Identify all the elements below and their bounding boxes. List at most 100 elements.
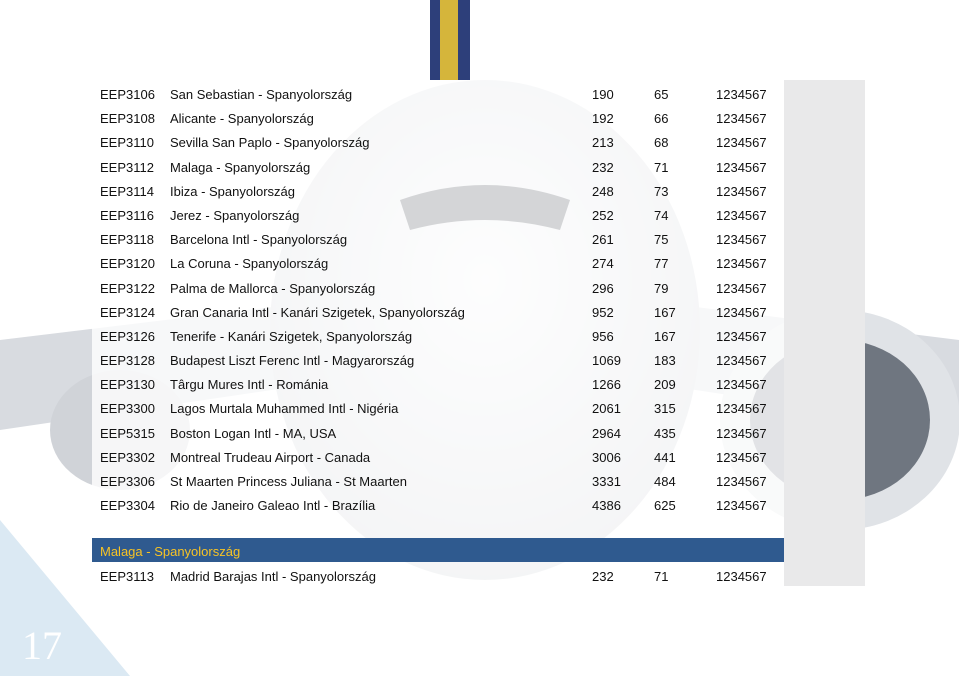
destination: Alicante - Spanyolország <box>170 111 314 127</box>
duration: 79 <box>654 280 669 296</box>
operating-days: 1234567 <box>716 498 767 514</box>
table-side-column <box>784 80 865 586</box>
page-corner-decoration <box>0 520 130 676</box>
duration: 75 <box>654 232 669 248</box>
operating-days: 1234567 <box>716 111 767 127</box>
table-row: EEP3122 Palma de Mallorca - Spanyolország… <box>92 276 784 300</box>
distance: 248 <box>592 183 614 199</box>
table-row: EEP3302 Montreal Trudeau Airport - Canada… <box>92 445 784 469</box>
operating-days: 1234567 <box>716 183 767 199</box>
table-row: EEP5315 Boston Logan Intl - MA, USA 2964 43… <box>92 421 784 445</box>
destination: Montreal Trudeau Airport - Canada <box>170 449 371 465</box>
flight-code: EEP3302 <box>100 449 155 465</box>
duration: 315 <box>654 401 676 417</box>
operating-days: 1234567 <box>716 232 767 248</box>
flight-code: EEP3124 <box>100 304 155 320</box>
duration: 77 <box>654 256 669 272</box>
duration: 68 <box>654 135 669 151</box>
table-row: EEP3118 Barcelona Intl - Spanyolország 261… <box>92 227 784 251</box>
flight-code: EEP3108 <box>100 111 155 127</box>
flight-code: EEP3106 <box>100 87 155 102</box>
destination: Budapest Liszt Ferenc Intl - Magyarorszá… <box>170 353 415 369</box>
duration: 441 <box>654 449 676 465</box>
table-row: EEP3114 Ibiza - Spanyolország 248 73 1234567 <box>92 179 784 203</box>
flight-code: EEP3130 <box>100 377 155 393</box>
table-row: EEP3113 Madrid Barajas Intl - Spanyolors… <box>92 564 784 588</box>
flight-code: EEP3122 <box>100 280 155 296</box>
operating-days: 1234567 <box>716 569 767 584</box>
destination: Tenerife - Kanári Szigetek, Spanyolorszá… <box>170 328 413 344</box>
distance: 190 <box>592 87 614 102</box>
distance: 956 <box>592 328 614 344</box>
destination: Boston Logan Intl - MA, USA <box>170 425 337 441</box>
flight-code: EEP3112 <box>100 159 154 175</box>
destination: Ibiza - Spanyolország <box>170 183 296 199</box>
flight-code: EEP3114 <box>100 183 154 199</box>
operating-days: 1234567 <box>716 474 767 489</box>
distance: 261 <box>592 232 614 248</box>
operating-days: 1234567 <box>716 135 767 151</box>
distance: 3331 <box>592 474 621 489</box>
section-header-bar: Malaga - Spanyolország <box>92 538 784 562</box>
destination: Madrid Barajas Intl - Spanyolország <box>170 569 376 584</box>
distance: 232 <box>592 569 614 584</box>
duration: 66 <box>654 111 669 127</box>
table-row: EEP3116 Jerez - Spanyolország 252 74 1234567 <box>92 203 784 227</box>
distance: 1069 <box>592 353 621 369</box>
duration: 73 <box>654 183 669 199</box>
operating-days: 1234567 <box>716 304 767 320</box>
table-row: EEP3128 Budapest Liszt Ferenc Intl - Magy… <box>92 348 784 372</box>
flight-code: EEP3306 <box>100 474 155 489</box>
operating-days: 1234567 <box>716 87 767 102</box>
destination: San Sebastian - Spanyolország <box>170 87 353 102</box>
table-row: EEP3120 La Coruna - Spanyolország 274 77 123… <box>92 251 784 275</box>
operating-days: 1234567 <box>716 328 767 344</box>
table-row: EEP3108 Alicante - Spanyolország 192 66 1234… <box>92 106 784 130</box>
distance: 192 <box>592 111 614 127</box>
destination: Sevilla San Paplo - Spanyolország <box>170 135 370 151</box>
table-row: EEP3112 Malaga - Spanyolország 232 71 123456… <box>92 155 784 179</box>
flight-table: EEP3106 San Sebastian - Spanyolország 190 6… <box>92 82 784 517</box>
operating-days: 1234567 <box>716 159 767 175</box>
distance: 2964 <box>592 425 621 441</box>
flight-code: EEP3120 <box>100 256 155 272</box>
distance: 252 <box>592 207 614 223</box>
duration: 484 <box>654 474 676 489</box>
duration: 74 <box>654 207 669 223</box>
operating-days: 1234567 <box>716 280 767 296</box>
flight-code: EEP3118 <box>100 232 154 248</box>
duration: 183 <box>654 353 676 369</box>
distance: 4386 <box>592 498 621 514</box>
destination: Rio de Janeiro Galeao Intl - Brazília <box>170 498 376 514</box>
flight-code: EEP3126 <box>100 328 155 344</box>
destination: St Maarten Princess Juliana - St Maarten <box>170 474 407 489</box>
table-row: EEP3110 Sevilla San Paplo - Spanyolország… <box>92 130 784 154</box>
table-row: EEP3300 Lagos Murtala Muhammed Intl - Nig… <box>92 396 784 420</box>
destination: Lagos Murtala Muhammed Intl - Nigéria <box>170 401 399 417</box>
operating-days: 1234567 <box>716 401 767 417</box>
distance: 2061 <box>592 401 621 417</box>
distance: 1266 <box>592 377 621 393</box>
flight-code: EEP5315 <box>100 425 155 441</box>
duration: 167 <box>654 304 676 320</box>
duration: 435 <box>654 425 676 441</box>
destination: Barcelona Intl - Spanyolország <box>170 232 348 248</box>
operating-days: 1234567 <box>716 207 767 223</box>
operating-days: 1234567 <box>716 449 767 465</box>
destination: Palma de Mallorca - Spanyolország <box>170 280 376 296</box>
flight-code: EEP3110 <box>100 135 154 151</box>
destination: Jerez - Spanyolország <box>170 207 300 223</box>
operating-days: 1234567 <box>716 425 767 441</box>
table-row: EEP3304 Rio de Janeiro Galeao Intl - Braz… <box>92 493 784 517</box>
flight-code: EEP3300 <box>100 401 155 417</box>
distance: 213 <box>592 135 614 151</box>
flight-code: EEP3128 <box>100 353 155 369</box>
table-row: EEP3130 Târgu Mures Intl - Románia 1266 209… <box>92 372 784 396</box>
distance: 952 <box>592 304 614 320</box>
flight-code: EEP3304 <box>100 498 155 514</box>
distance: 274 <box>592 256 614 272</box>
page-number: 17 <box>22 623 62 668</box>
table-row: EEP3306 St Maarten Princess Juliana - St … <box>92 469 784 493</box>
destination: Malaga - Spanyolország <box>170 159 311 175</box>
operating-days: 1234567 <box>716 256 767 272</box>
